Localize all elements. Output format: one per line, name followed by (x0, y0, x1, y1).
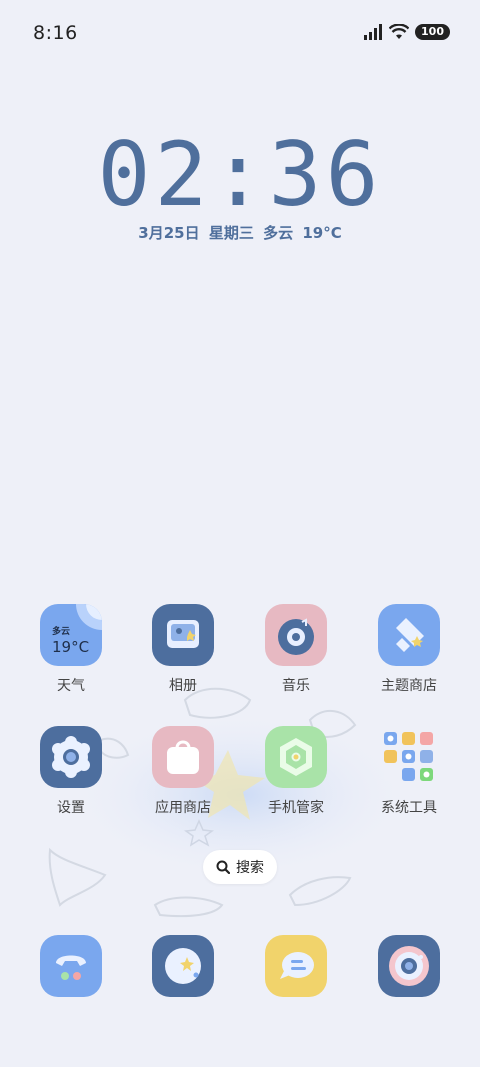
dock-phone[interactable] (16, 935, 126, 997)
clock-date-line: 3月25日 星期三 多云 19°C (0, 222, 480, 243)
app-label-gallery: 相册 (169, 678, 197, 694)
app-label-theme-store: 主题商店 (381, 678, 437, 694)
app-label-weather: 天气 (57, 678, 85, 694)
app-settings[interactable]: 设置 (16, 726, 126, 817)
folder-label-system-tools: 系统工具 (381, 800, 437, 816)
clock-widget[interactable]: 02:36 3月25日 星期三 多云 19°C (0, 130, 480, 243)
clock-weather: 多云 (263, 224, 294, 242)
music-icon (265, 604, 327, 666)
search-icon (216, 860, 230, 874)
battery-indicator: 100 (415, 24, 450, 40)
signal-icon (364, 24, 383, 40)
search-button[interactable]: 搜索 (203, 850, 277, 884)
browser-icon (152, 935, 214, 997)
app-label-music: 音乐 (282, 678, 310, 694)
weather-widget-condition: 多云 (52, 627, 71, 637)
folder-system-tools[interactable]: 系统工具 (354, 726, 464, 817)
status-bar: 8:16 100 (0, 0, 480, 66)
app-label-security: 手机管家 (268, 800, 324, 816)
camera-icon (378, 935, 440, 997)
app-label-app-store: 应用商店 (155, 800, 211, 816)
weather-icon: 多云 19°C (40, 604, 102, 666)
system-tools-folder-icon (378, 726, 440, 788)
clock-date: 3月25日 (138, 224, 200, 242)
search-label: 搜索 (236, 860, 264, 876)
clock-temp: 19°C (302, 224, 342, 242)
dock-camera[interactable] (354, 935, 464, 997)
app-music[interactable]: 音乐 (241, 604, 351, 695)
app-store-icon (152, 726, 214, 788)
theme-store-icon (378, 604, 440, 666)
phone-icon (40, 935, 102, 997)
dock-messages[interactable] (241, 935, 351, 997)
weather-widget-temp: 19°C (52, 638, 90, 656)
messages-icon (265, 935, 327, 997)
app-label-settings: 设置 (57, 800, 85, 816)
clock-time: 02:36 (97, 123, 383, 226)
dock-browser[interactable] (128, 935, 238, 997)
settings-icon (40, 726, 102, 788)
wifi-icon (389, 24, 410, 39)
app-gallery[interactable]: 相册 (128, 604, 238, 695)
system-indicators: 100 (363, 24, 450, 40)
security-icon (265, 726, 327, 788)
app-app-store[interactable]: 应用商店 (128, 726, 238, 817)
app-security[interactable]: 手机管家 (241, 726, 351, 817)
app-weather[interactable]: 多云 19°C 天气 (16, 604, 126, 695)
app-theme-store[interactable]: 主题商店 (354, 604, 464, 695)
status-time: 8:16 (33, 22, 78, 44)
gallery-icon (152, 604, 214, 666)
clock-weekday: 星期三 (208, 224, 254, 242)
